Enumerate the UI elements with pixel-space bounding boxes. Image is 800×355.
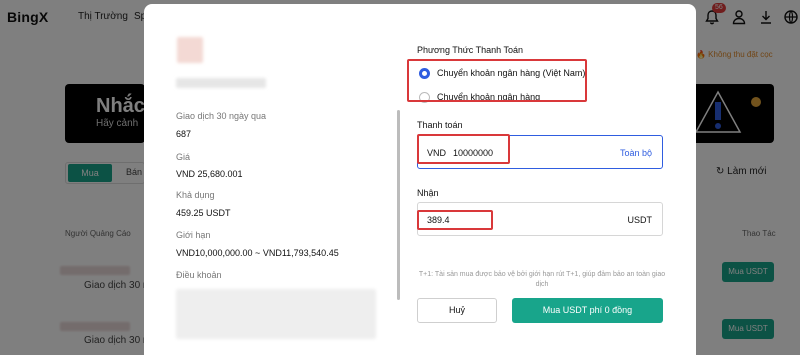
info-value-available: 459.25 USDT	[176, 208, 231, 218]
terms-text-blurred	[176, 289, 376, 339]
pay-all-button[interactable]: Toàn bộ	[620, 148, 652, 158]
receive-currency: USDT	[627, 215, 653, 225]
info-label-available: Khả dụng	[176, 190, 215, 200]
highlight-box-pay-amount	[417, 134, 510, 164]
scrollbar[interactable]	[397, 110, 400, 300]
receive-title: Nhận	[417, 188, 439, 198]
pay-title: Thanh toán	[417, 120, 463, 130]
highlight-box-payment-method	[407, 59, 587, 102]
info-value-price: VND 25,680.001	[176, 169, 243, 179]
info-label-limit: Giới hạn	[176, 230, 211, 240]
t1-protection-note: T+1: Tài sản mua được bảo vệ bởi giới hạ…	[418, 271, 666, 288]
buy-usdt-confirm-button[interactable]: Mua USDT phí 0 đồng	[512, 298, 663, 323]
info-label-trades: Giao dịch 30 ngày qua	[176, 111, 267, 121]
highlight-box-receive-amount	[417, 210, 493, 230]
merchant-name-blurred	[176, 78, 266, 88]
info-label-terms: Điều khoản	[176, 270, 222, 280]
info-label-price: Giá	[176, 152, 191, 162]
payment-method-title: Phương Thức Thanh Toán	[417, 45, 524, 55]
merchant-avatar	[177, 37, 203, 63]
info-value-limit: VND10,000,000.00 ~ VND11,793,540.45	[176, 248, 339, 258]
info-value-trades: 687	[176, 129, 192, 139]
cancel-button[interactable]: Huỷ	[417, 298, 497, 323]
